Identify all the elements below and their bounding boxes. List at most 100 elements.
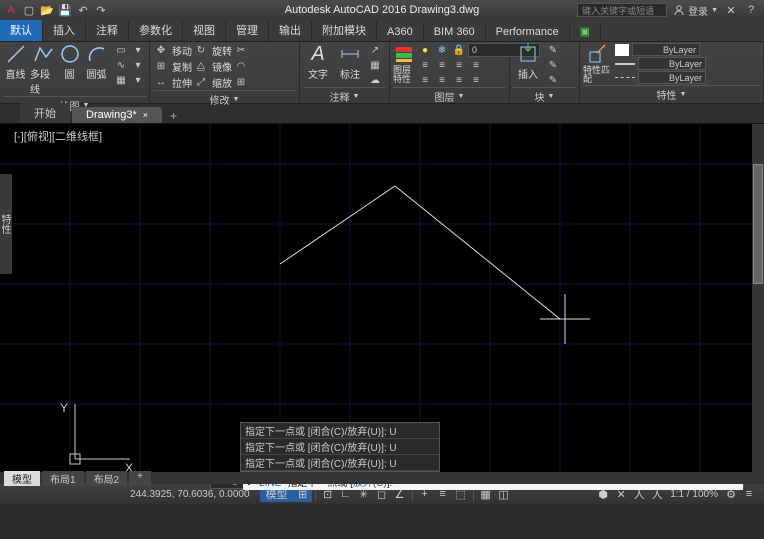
redo-icon[interactable]: ↷ [94,3,108,17]
scrollbar-thumb[interactable] [753,164,763,284]
login-button[interactable]: 登录 ▼ [673,3,718,18]
tab-insert[interactable]: 插入 [43,19,86,41]
layer-icon[interactable]: ≡ [451,73,467,87]
drawing-area[interactable]: Y X [-][俯视][二维线框] 特性 指定下一点或 [闭合(C)/放弃(U)… [0,124,764,484]
line-tool[interactable]: 直线 [3,43,28,81]
circle-tool[interactable]: 圆 [57,43,82,81]
attr-icon[interactable]: ✎ [545,73,561,87]
open-icon[interactable]: 📂 [40,3,54,17]
chevron-down-icon: ▼ [711,7,718,14]
arc-tool[interactable]: 圆弧 [84,43,109,81]
layer-icon[interactable]: ≡ [434,58,450,72]
edit-icon[interactable]: ✎ [545,58,561,72]
history-line: 指定下一点或 [闭合(C)/放弃(U)]: U [241,439,439,455]
bulb-icon[interactable]: ● [417,43,433,57]
color-select[interactable]: ByLayer [632,43,700,56]
dim-tool[interactable]: 标注 [335,43,365,81]
more-icon[interactable]: ▾ [130,58,146,72]
panel-block: 插入 ✎✎✎ 块▼ [510,42,580,103]
login-label: 登录 [688,3,708,18]
chevron-down-icon[interactable]: ▼ [680,91,687,98]
layer-icon[interactable]: ≡ [417,58,433,72]
more-icon[interactable]: ▾ [130,43,146,57]
freeze-icon[interactable]: ❄ [434,43,450,57]
tab-output[interactable]: 输出 [269,19,312,41]
tab-parametric[interactable]: 参数化 [129,19,183,41]
tab-bim360[interactable]: BIM 360 [424,23,486,41]
lineweight-select[interactable]: ByLayer [638,57,706,70]
save-icon[interactable]: 💾 [58,3,72,17]
trim-icon[interactable]: ✂ [233,44,249,58]
tab-overflow-icon[interactable]: ▣ [570,22,601,41]
history-line: 指定下一点或 [闭合(C)/放弃(U)]: U [241,423,439,439]
tab-addins[interactable]: 附加模块 [312,19,377,41]
tab-performance[interactable]: Performance [486,23,570,41]
panel-draw: 直线 多段线 圆 圆弧 ▭▾ ∿▾ ▦▾ 绘图▼ [0,42,150,103]
ribbon-tabs: 默认 插入 注释 参数化 视图 管理 输出 附加模块 A360 BIM 360 … [0,20,764,42]
insert-block-tool[interactable]: 插入 [513,43,543,81]
create-icon[interactable]: ✎ [545,43,561,57]
panel-props: 特性匹配 ByLayer ByLayer ByLayer 特性▼ [580,42,764,103]
rect-icon[interactable]: ▭ [113,43,129,57]
coordinates: 244.3925, 70.6036, 0.0000 [0,489,260,500]
search-input[interactable]: 键入关键字或短语 [577,3,667,17]
axis-y-label: Y [60,401,68,415]
new-icon[interactable]: ▢ [22,3,36,17]
spline-icon[interactable]: ∿ [113,58,129,72]
tab-view[interactable]: 视图 [183,19,226,41]
fillet-icon[interactable]: ◠ [233,60,249,74]
tab-annotate[interactable]: 注释 [86,19,129,41]
tab-drawing[interactable]: Drawing3*× [72,107,162,123]
view-label[interactable]: [-][俯视][二维线框] [14,128,102,144]
lock-icon[interactable]: 🔒 [451,43,467,57]
tab-start[interactable]: 开始 [20,103,70,123]
chevron-down-icon[interactable]: ▼ [548,93,555,100]
vertical-scrollbar[interactable] [752,124,764,484]
tab-default[interactable]: 默认 [0,19,43,41]
horizontal-scrollbar[interactable]: 模型 布局1 布局2 + [0,472,752,484]
chevron-down-icon[interactable]: ▼ [233,96,240,103]
layer-icon[interactable]: ≡ [434,73,450,87]
cloud-icon[interactable]: ☁ [367,73,383,87]
add-tab-icon[interactable]: + [164,109,183,123]
chevron-down-icon[interactable]: ▼ [353,93,360,100]
mirror-icon[interactable]: ⧋ [193,60,209,74]
more-icon[interactable]: ▾ [130,73,146,87]
panel-annotate-title: 注释 [330,89,350,104]
ribbon: 直线 多段线 圆 圆弧 ▭▾ ∿▾ ▦▾ 绘图▼ ✥移动↻旋转✂ ⊞复制⧋镜像◠… [0,42,764,104]
help-icon[interactable]: ? [744,3,758,17]
match-props-tool[interactable]: 特性匹配 [583,43,613,84]
layer-props-tool[interactable]: 图层特性 [393,43,415,84]
table-icon[interactable]: ▦ [367,58,383,72]
app-menu-icon[interactable]: A [4,3,18,17]
layer-icon[interactable]: ≡ [468,73,484,87]
undo-icon[interactable]: ↶ [76,3,90,17]
sheet-layout2[interactable]: 布局2 [86,471,128,486]
linetype-select[interactable]: ByLayer [638,71,706,84]
sheet-layout1[interactable]: 布局1 [42,471,84,486]
properties-palette-tab[interactable]: 特性 [0,174,12,274]
hatch-icon[interactable]: ▦ [113,73,129,87]
layer-icon[interactable]: ≡ [417,73,433,87]
leader-icon[interactable]: ↗ [367,43,383,57]
layer-icon[interactable]: ≡ [468,58,484,72]
tab-a360[interactable]: A360 [377,23,424,41]
layer-icon[interactable]: ≡ [451,58,467,72]
sheet-model[interactable]: 模型 [4,471,40,486]
text-tool[interactable]: A文字 [303,43,333,81]
tab-manage[interactable]: 管理 [226,19,269,41]
chevron-down-icon[interactable]: ▼ [458,93,465,100]
scale-icon[interactable]: ⤢ [193,76,209,90]
history-line: 指定下一点或 [闭合(C)/放弃(U)]: U [241,455,439,471]
rotate-icon[interactable]: ↻ [193,44,209,58]
close-icon[interactable]: × [143,110,148,120]
panel-layers: 图层特性 ●❄🔒0 ≡≡≡≡ ≡≡≡≡ 图层▼ [390,42,510,103]
polyline-tool[interactable]: 多段线 [30,43,55,96]
array-icon[interactable]: ⊞ [233,76,249,90]
add-sheet-icon[interactable]: + [129,471,151,486]
stretch-icon[interactable]: ↔ [153,76,169,90]
copy-icon[interactable]: ⊞ [153,60,169,74]
exchange-icon[interactable]: ✕ [724,3,738,17]
scale-display[interactable]: 1:1 / 100% [666,489,722,500]
move-icon[interactable]: ✥ [153,44,169,58]
